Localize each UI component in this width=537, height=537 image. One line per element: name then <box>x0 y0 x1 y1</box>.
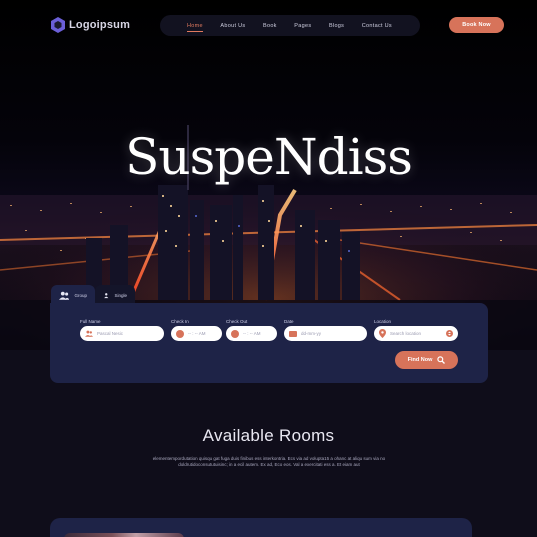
check-in-label: Check In <box>171 319 189 324</box>
location-label: Location <box>374 319 392 324</box>
tab-group-label: Group <box>74 292 87 298</box>
nav-item-blogs[interactable]: Blogs <box>329 23 344 29</box>
location-placeholder: Search location <box>390 331 422 336</box>
single-user-icon <box>104 292 109 298</box>
available-rooms-description: elementempordutation quisqu gat fuga dui… <box>152 456 386 467</box>
check-out-label: Check Out <box>226 319 248 324</box>
brand-name: Logoipsum <box>69 19 131 31</box>
group-users-icon <box>59 291 70 300</box>
date-field: Date dd-mm-yy <box>284 319 367 341</box>
available-rooms-title: Available Rooms <box>202 426 335 445</box>
tab-single[interactable]: Single <box>95 285 135 305</box>
room-image <box>64 533 184 537</box>
location-field: Location Search location <box>374 319 458 341</box>
check-out-placeholder: -- : -- AM <box>243 331 261 336</box>
clock-icon <box>176 329 184 338</box>
nav-item-book[interactable]: Book <box>263 23 277 29</box>
nav-item-home[interactable]: Home <box>187 23 203 32</box>
clock-icon <box>231 329 239 338</box>
date-label: Date <box>284 319 294 324</box>
brand-logo[interactable]: Logoipsum <box>51 17 130 33</box>
tab-group[interactable]: Group <box>51 285 95 305</box>
booking-type-tabs: Group Single <box>51 285 135 305</box>
dropdown-arrows-icon[interactable] <box>446 329 453 338</box>
find-now-label: Find Now <box>407 357 433 363</box>
date-input[interactable]: dd-mm-yy <box>284 326 367 341</box>
full-name-placeholder: Pascal Nesic <box>97 331 124 336</box>
room-card[interactable] <box>50 518 472 537</box>
user-icon <box>85 330 93 337</box>
full-name-input[interactable]: Pascal Nesic <box>80 326 164 341</box>
search-icon <box>437 356 446 364</box>
nav-item-pages[interactable]: Pages <box>294 23 311 29</box>
find-now-button[interactable]: Find Now <box>395 351 458 369</box>
calendar-icon <box>289 330 297 337</box>
main-menu: Home About Us Book Pages Blogs Contact U… <box>160 15 420 36</box>
location-input[interactable]: Search location <box>374 326 458 341</box>
hero-title: SuspeNdiss <box>125 128 413 186</box>
check-out-input[interactable]: -- : -- AM <box>226 326 277 341</box>
book-now-button[interactable]: Book Now <box>449 17 504 33</box>
date-placeholder: dd-mm-yy <box>301 331 321 336</box>
check-in-placeholder: -- : -- AM <box>188 331 206 336</box>
full-name-label: Full Name <box>80 319 101 324</box>
nav-item-contact-us[interactable]: Contact Us <box>362 23 392 29</box>
hexagon-logo-icon <box>51 17 65 33</box>
booking-search-panel: Full Name Pascal Nesic Check In -- : -- … <box>50 303 488 383</box>
nav-item-about-us[interactable]: About Us <box>220 23 245 29</box>
full-name-field: Full Name Pascal Nesic <box>80 319 164 341</box>
top-navigation: Logoipsum Home About Us Book Pages Blogs… <box>0 0 537 52</box>
check-out-field: Check Out -- : -- AM <box>226 319 277 341</box>
check-in-field: Check In -- : -- AM <box>171 319 222 341</box>
check-in-input[interactable]: -- : -- AM <box>171 326 222 341</box>
map-pin-icon <box>379 329 386 338</box>
tab-single-label: Single <box>114 292 127 298</box>
